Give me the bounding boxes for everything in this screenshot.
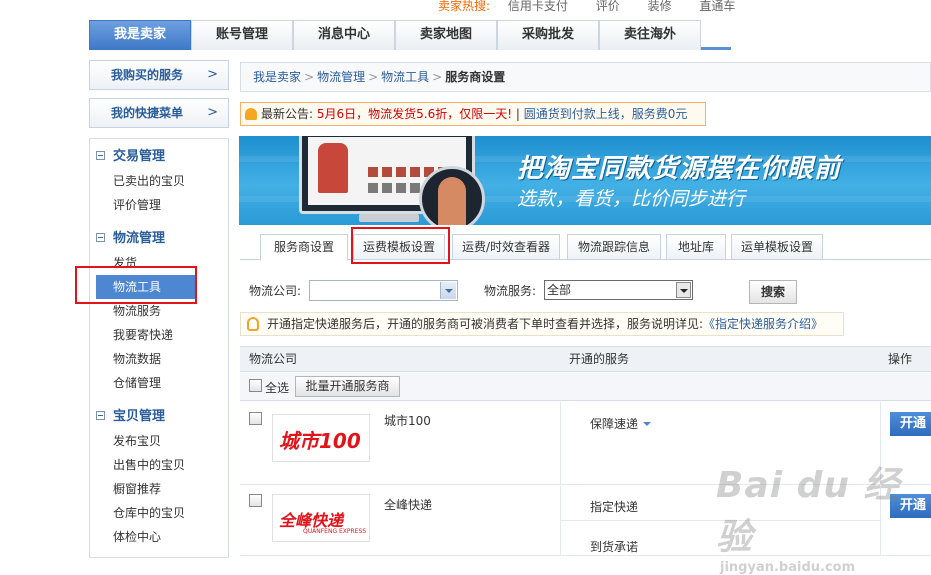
announcement: 最新公告: 5月6日，物流发货5.6折，仅限一天! | 圆通货到付款上线，服务费… xyxy=(240,102,706,126)
menu-group-title[interactable]: 物流管理 xyxy=(90,227,228,251)
column-header: 开通的服务 xyxy=(569,352,630,366)
tab-waybill-template[interactable]: 运单模板设置 xyxy=(731,234,823,260)
nav-tab-messages[interactable]: 消息中心 xyxy=(293,20,395,50)
service-select-value: 全部 xyxy=(547,283,572,297)
service-label: 到货承诺 xyxy=(590,540,639,554)
row-checkbox[interactable] xyxy=(249,494,262,507)
breadcrumb-link[interactable]: 物流工具 xyxy=(381,70,429,84)
tip-link[interactable]: 《指定快递服务介绍》 xyxy=(703,317,823,331)
nav-tab-overseas[interactable]: 卖往海外 xyxy=(599,20,701,50)
sidebar-item-send-express[interactable]: 我要寄快递 xyxy=(90,323,228,347)
table-header: 物流公司 开通的服务 操作 xyxy=(240,346,931,372)
sidebar-item-publish[interactable]: 发布宝贝 xyxy=(90,429,228,453)
bulk-action-row: 全选 批量开通服务商 xyxy=(240,373,931,401)
collapse-icon[interactable] xyxy=(96,151,105,160)
highlight-box xyxy=(351,227,450,264)
sidebar-shortcuts: 我购买的服务 > 我的快捷菜单 > xyxy=(89,60,229,136)
sidebar-item-on-sale[interactable]: 出售中的宝贝 xyxy=(90,453,228,477)
chevron-right-icon: > xyxy=(207,67,218,82)
breadcrumb-link[interactable]: 物流管理 xyxy=(317,70,365,84)
tool-tabs: 服务商设置 运费模板设置 运费/时效查看器 物流跟踪信息 地址库 运单模板设置 xyxy=(240,234,931,261)
bell-icon xyxy=(245,108,257,120)
announcement-prefix: 最新公告: xyxy=(261,107,314,121)
sidebar-item-sold[interactable]: 已卖出的宝贝 xyxy=(90,169,228,193)
sidebar-item-reviews[interactable]: 评价管理 xyxy=(90,193,228,217)
tab-address-book[interactable]: 地址库 xyxy=(666,234,726,260)
hot-search-item[interactable]: 装修 xyxy=(648,0,672,13)
tip-text: 开通指定快递服务后，开通的服务商可被消费者下单时查看并选择，服务说明详见: xyxy=(267,317,704,331)
service-dropdown[interactable]: 保障速递 xyxy=(590,415,652,432)
breadcrumb: 我是卖家 > 物流管理 > 物流工具 > 服务商设置 xyxy=(240,62,931,92)
carrier-name: 城市100 xyxy=(384,414,431,428)
menu-group-items: 宝贝管理 发布宝贝 出售中的宝贝 橱窗推荐 仓库中的宝贝 体检中心 xyxy=(90,405,228,549)
tab-provider-settings[interactable]: 服务商设置 xyxy=(260,234,348,261)
hot-search-item[interactable]: 评价 xyxy=(596,0,620,13)
hot-search-item[interactable]: 直通车 xyxy=(699,0,735,13)
bought-services-label: 我购买的服务 xyxy=(111,68,184,82)
collapse-icon[interactable] xyxy=(96,411,105,420)
quick-menu-button[interactable]: 我的快捷菜单 > xyxy=(89,98,229,128)
menu-group-title[interactable]: 宝贝管理 xyxy=(90,405,228,429)
sidebar-item-in-stock[interactable]: 仓库中的宝贝 xyxy=(90,501,228,525)
nav-tab-wholesale[interactable]: 采购批发 xyxy=(497,20,599,50)
column-header: 物流公司 xyxy=(249,352,298,366)
sidebar-item-window[interactable]: 橱窗推荐 xyxy=(90,477,228,501)
baidu-watermark: Bai du 经验 jingyan.baidu.com xyxy=(716,465,901,575)
chevron-down-icon[interactable] xyxy=(440,282,456,299)
chevron-down-icon xyxy=(643,422,652,426)
carrier-name: 全峰快递 xyxy=(384,498,433,512)
service-label: 物流服务: xyxy=(484,284,537,298)
hot-search-bar: 卖家热搜: 信用卡支付 评价 装修 直通车 xyxy=(438,0,759,14)
announcement-divider: | xyxy=(515,107,520,121)
menu-group-trade: 交易管理 已卖出的宝贝 评价管理 xyxy=(90,145,228,217)
quick-menu-label: 我的快捷菜单 xyxy=(111,106,184,120)
banner-headline: 把淘宝同款货源摆在你眼前 xyxy=(517,154,842,184)
batch-open-button[interactable]: 批量开通服务商 xyxy=(295,376,400,397)
highlight-box xyxy=(75,266,197,304)
open-button[interactable]: 开通 xyxy=(890,412,931,436)
company-select[interactable] xyxy=(309,280,458,301)
monitor-stand xyxy=(359,214,419,222)
announcement-link[interactable]: 圆通货到付款上线，服务费0元 xyxy=(524,107,688,121)
row-checkbox[interactable] xyxy=(249,412,262,425)
breadcrumb-current: 服务商设置 xyxy=(445,70,506,84)
carrier-logo: 全峰快递 QUANFENG EXPRESS xyxy=(272,494,370,542)
search-button[interactable]: 搜索 xyxy=(749,280,797,304)
select-all-checkbox[interactable] xyxy=(249,379,262,392)
sidebar-menu: 交易管理 已卖出的宝贝 评价管理 物流管理 发货 物流工具 物流服务 我要寄快递… xyxy=(89,138,229,558)
tab-tracking[interactable]: 物流跟踪信息 xyxy=(567,234,661,260)
banner-subline: 选款，看货，比价同步进行 xyxy=(517,188,746,210)
nav-tab-seller-map[interactable]: 卖家地图 xyxy=(395,20,497,50)
service-tip: 开通指定快递服务后，开通的服务商可被消费者下单时查看并选择，服务说明详见:《指定… xyxy=(240,312,844,336)
main-nav: 我是卖家 账号管理 消息中心 卖家地图 采购批发 卖往海外 xyxy=(89,20,731,50)
search-filter: 物流公司: 物流服务: 全部 搜索 xyxy=(249,280,931,304)
menu-group-logistics: 物流管理 发货 物流工具 物流服务 我要寄快递 物流数据 仓储管理 xyxy=(90,227,228,395)
lightbulb-icon xyxy=(247,317,259,331)
sidebar-item-warehouse[interactable]: 仓储管理 xyxy=(90,371,228,395)
menu-group-title[interactable]: 交易管理 xyxy=(90,145,228,169)
service-label: 指定快递 xyxy=(590,500,639,514)
chevron-right-icon: > xyxy=(207,105,218,120)
sidebar-item-health[interactable]: 体检中心 xyxy=(90,525,228,549)
company-label: 物流公司: xyxy=(249,284,302,298)
nav-tab-account[interactable]: 账号管理 xyxy=(191,20,293,50)
model-photo xyxy=(419,166,485,225)
select-all-label: 全选 xyxy=(265,381,290,395)
nav-tab-seller[interactable]: 我是卖家 xyxy=(89,20,191,50)
hot-search-item[interactable]: 信用卡支付 xyxy=(508,0,568,13)
column-header: 操作 xyxy=(888,352,913,366)
tab-freight-viewer[interactable]: 运费/时效查看器 xyxy=(452,234,560,260)
promo-banner[interactable]: 把淘宝同款货源摆在你眼前 选款，看货，比价同步进行 xyxy=(239,136,931,225)
collapse-icon[interactable] xyxy=(96,233,105,242)
breadcrumb-link[interactable]: 我是卖家 xyxy=(253,70,301,84)
announcement-highlight[interactable]: 5月6日，物流发货5.6折，仅限一天! xyxy=(317,107,512,121)
service-select[interactable]: 全部 xyxy=(544,280,693,300)
hot-search-label: 卖家热搜: xyxy=(438,0,491,13)
chevron-down-icon[interactable] xyxy=(676,282,691,298)
sidebar-item-logistics-data[interactable]: 物流数据 xyxy=(90,347,228,371)
bought-services-button[interactable]: 我购买的服务 > xyxy=(89,60,229,90)
carrier-logo: 城市100 xyxy=(272,414,370,462)
